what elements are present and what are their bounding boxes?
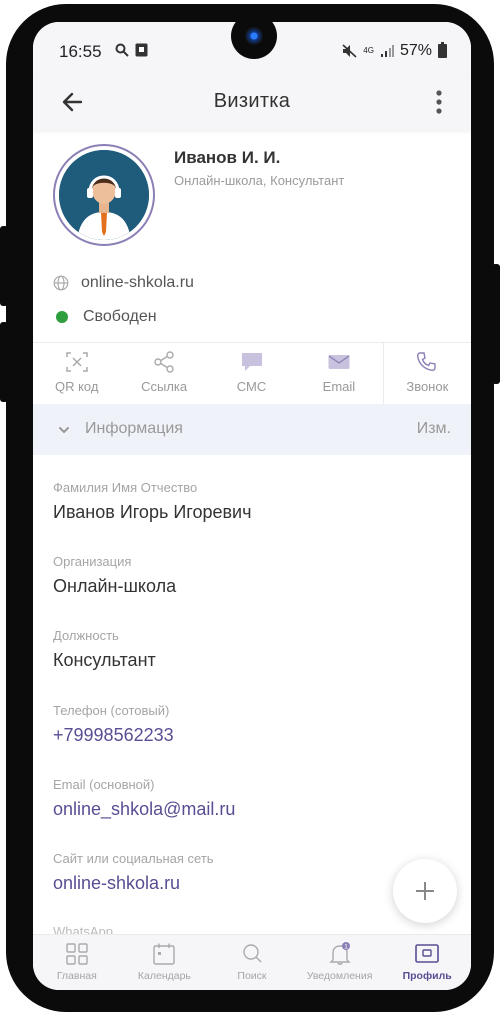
action-call[interactable]: Звонок bbox=[382, 343, 471, 404]
app-notification-icon bbox=[135, 43, 148, 57]
field-full-name: Фамилия Имя Отчество Иванов Игорь Игорев… bbox=[53, 480, 251, 523]
app-bar: Визитка bbox=[33, 74, 471, 130]
field-position: Должность Консультант bbox=[53, 628, 156, 671]
mute-icon bbox=[342, 44, 357, 58]
action-label: Email bbox=[322, 379, 356, 394]
battery-percent: 57% bbox=[399, 42, 432, 59]
website-link[interactable]: online-shkola.ru bbox=[53, 873, 214, 894]
action-sms[interactable]: СМС bbox=[208, 343, 295, 404]
action-link[interactable]: Ссылка bbox=[120, 343, 207, 404]
app-screen: 16:55 4G 57% Визитка Иванов И. И. Онлайн… bbox=[33, 22, 471, 990]
field-phone: Телефон (сотовый) +79998562233 bbox=[53, 703, 174, 746]
sms-icon bbox=[241, 353, 262, 371]
field-email: Email (основной) online_shkola@mail.ru bbox=[53, 777, 235, 820]
nav-label: Профиль bbox=[402, 970, 452, 982]
field-value: Консультант bbox=[53, 650, 156, 670]
website-row[interactable]: online-shkola.ru bbox=[53, 274, 194, 292]
field-label: Фамилия Имя Отчество bbox=[53, 480, 198, 495]
action-label: QR код bbox=[54, 379, 99, 394]
power-button bbox=[0, 322, 8, 402]
home-grid-icon bbox=[66, 943, 88, 965]
status-row[interactable]: Свободен bbox=[53, 308, 157, 326]
field-value: Онлайн-школа bbox=[53, 576, 177, 596]
action-bar: QR код Ссылка СМС Email Звонок bbox=[33, 342, 471, 404]
nav-label: Календарь bbox=[137, 970, 191, 982]
avatar[interactable] bbox=[53, 144, 155, 246]
field-label: Сайт или социальная сеть bbox=[53, 851, 214, 866]
plus-icon bbox=[416, 882, 434, 900]
info-section-header[interactable]: Информация Изм. bbox=[33, 404, 471, 455]
website-text: online-shkola.ru bbox=[81, 274, 194, 291]
edit-button[interactable]: Изм. bbox=[417, 420, 451, 438]
volume-button bbox=[0, 226, 8, 306]
share-icon bbox=[154, 351, 174, 373]
field-label: Телефон (сотовый) bbox=[53, 703, 170, 718]
info-section-title: Информация bbox=[85, 420, 183, 437]
avatar-image bbox=[59, 150, 149, 240]
status-left-icons bbox=[115, 43, 148, 57]
field-label: Организация bbox=[53, 554, 132, 569]
battery-icon bbox=[438, 42, 447, 58]
notification-badge: 1 bbox=[344, 943, 348, 950]
search-icon bbox=[243, 944, 262, 963]
front-camera bbox=[231, 13, 277, 59]
nav-home[interactable]: Главная bbox=[33, 935, 121, 990]
action-email[interactable]: Email bbox=[295, 343, 382, 404]
status-dot bbox=[56, 311, 68, 323]
action-label: СМС bbox=[236, 379, 267, 394]
more-options-icon[interactable] bbox=[429, 88, 449, 116]
status-right-icons: 4G 57% bbox=[342, 42, 447, 60]
profile-subtitle: Онлайн-школа, Консультант bbox=[174, 173, 345, 188]
field-website: Сайт или социальная сеть online-shkola.r… bbox=[53, 851, 214, 894]
nav-profile[interactable]: Профиль bbox=[383, 935, 471, 990]
field-organization: Организация Онлайн-школа bbox=[53, 554, 176, 597]
side-button bbox=[492, 264, 500, 384]
nav-notifications[interactable]: 1 Уведомления bbox=[296, 935, 384, 990]
profile-icon bbox=[415, 944, 439, 963]
bell-icon: 1 bbox=[328, 942, 351, 965]
network-type: 4G bbox=[363, 46, 374, 55]
nav-calendar[interactable]: Календарь bbox=[121, 935, 209, 990]
field-label: Email (основной) bbox=[53, 777, 155, 792]
action-label: Ссылка bbox=[141, 379, 188, 394]
action-label: Звонок bbox=[406, 379, 449, 394]
nav-label: Главная bbox=[56, 970, 97, 982]
status-time: 16:55 bbox=[59, 42, 102, 61]
bottom-navigation: Главная Календарь Поиск 1 Уведомления Пр… bbox=[33, 934, 471, 990]
mail-icon bbox=[328, 355, 350, 369]
globe-icon bbox=[53, 275, 69, 291]
field-label: Должность bbox=[53, 628, 119, 643]
nav-label: Поиск bbox=[237, 970, 267, 982]
nav-search[interactable]: Поиск bbox=[208, 935, 296, 990]
profile-name: Иванов И. И. bbox=[174, 148, 281, 167]
nav-label: Уведомления bbox=[306, 970, 373, 982]
chevron-down-icon bbox=[59, 427, 69, 434]
signal-icon bbox=[380, 45, 394, 57]
status-text: Свободен bbox=[83, 308, 157, 325]
email-link[interactable]: online_shkola@mail.ru bbox=[53, 799, 235, 820]
calendar-icon bbox=[153, 943, 176, 965]
qr-icon bbox=[65, 352, 88, 372]
search-icon bbox=[115, 43, 129, 57]
field-value: Иванов Игорь Игоревич bbox=[53, 502, 252, 522]
action-qr-code[interactable]: QR код bbox=[33, 343, 120, 404]
page-title: Визитка bbox=[213, 90, 291, 112]
phone-link[interactable]: +79998562233 bbox=[53, 725, 174, 746]
add-button[interactable] bbox=[393, 859, 457, 923]
phone-icon bbox=[417, 352, 437, 372]
